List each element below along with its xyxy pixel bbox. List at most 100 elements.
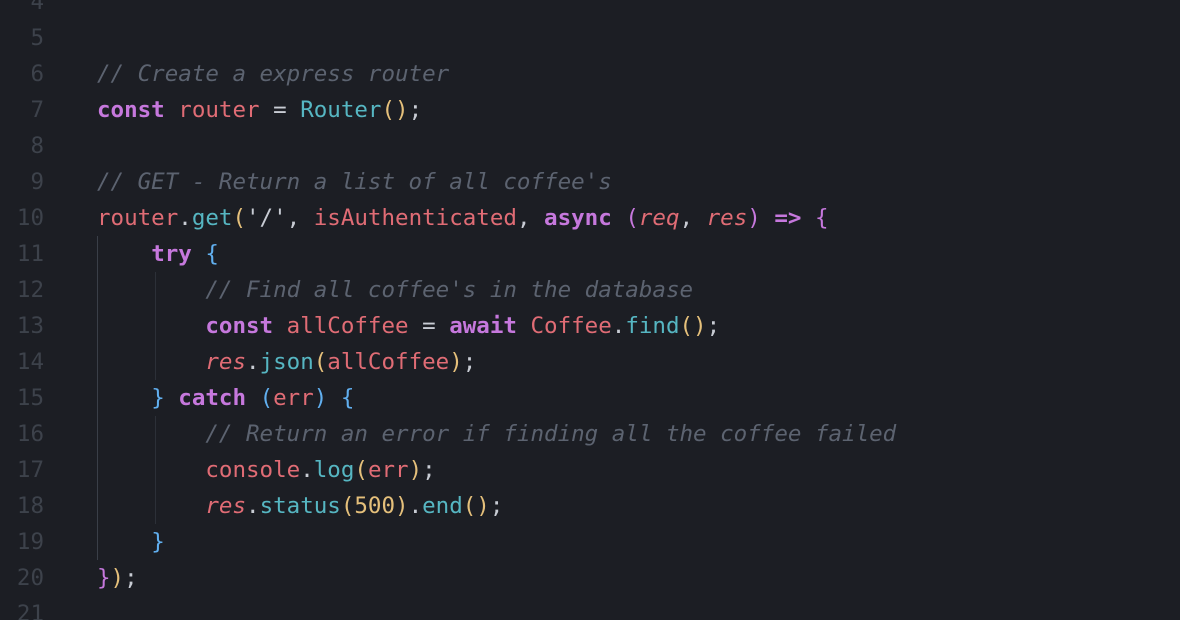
line-number: 7 [30,97,44,123]
code-token: async [544,205,612,231]
code-line: 8 [0,128,1180,164]
code-token: () [381,97,409,123]
line-code: }); [97,560,138,596]
code-token: router [178,97,260,123]
code-token: json [259,349,314,375]
code-token: { [814,205,829,231]
code-token: end [422,493,463,519]
line-code: router.get('/', isAuthenticated, async (… [97,200,829,236]
code-line: 15 } catch (err) { [0,380,1180,416]
line-number: 10 [16,205,44,231]
code-line: 9 // GET - Return a list of all coffee's [0,164,1180,200]
line-number: 13 [16,313,44,339]
code-line: 18 res.status(500).end(); [0,488,1180,524]
code-token: } [151,385,165,411]
code-token: allCoffee [327,349,450,375]
code-token: = [408,313,450,339]
line-code: res.json(allCoffee); [97,344,476,380]
line-code: const allCoffee = await Coffee.find(); [97,308,720,344]
code-line: 4 [0,0,1180,20]
line-number: 9 [30,169,44,195]
line-code: const router = Router(); [97,92,422,128]
code-token: '/' [246,205,287,231]
code-token: req [638,205,680,231]
code-token: = [259,97,301,123]
line-number: 8 [30,133,44,159]
code-token: find [625,313,680,339]
line-code: } [97,524,165,560]
code-token: Router [300,97,382,123]
line-number: 5 [30,25,44,51]
code-token: isAuthenticated [313,205,517,231]
line-code: // Create a express router [97,56,449,92]
line-number: 12 [16,277,44,303]
code-token: ( [313,349,328,375]
code-token: // Find all coffee's in the database [205,277,694,303]
line-number: 4 [30,0,44,15]
line-number: 17 [16,457,44,483]
code-token: res [205,349,247,375]
code-line: 21 [0,596,1180,620]
code-token: ) [313,385,328,411]
code-token: // Return an error if finding all the co… [205,421,897,447]
code-line: 16 // Return an error if finding all the… [0,416,1180,452]
code-token: ) [449,349,463,375]
code-token: catch [178,385,247,411]
code-token: ; [124,565,138,591]
code-token: log [313,457,355,483]
code-line: 10 router.get('/', isAuthenticated, async… [0,200,1180,236]
code-token: const [97,97,165,123]
code-token: get [191,205,233,231]
line-code: // GET - Return a list of all coffee's [97,164,612,200]
line-number: 18 [16,493,44,519]
line-number: 20 [16,565,44,591]
line-number: 15 [16,385,44,411]
code-token: => [774,205,802,231]
line-number: 21 [16,601,44,620]
code-token: // GET - Return a list of all coffee's [97,169,612,195]
code-token: { [205,241,219,267]
code-token: , [679,205,707,231]
code-token: status [259,493,341,519]
code-line: 14 res.json(allCoffee); [0,344,1180,380]
code-token: . [246,493,260,519]
code-line: 19 } [0,524,1180,560]
code-token: 500 [354,493,396,519]
code-editor[interactable]: 4 5 6 // Create a express router 7 const rout… [0,0,1180,620]
line-number: 11 [16,241,44,267]
code-token: ; [422,457,436,483]
code-token: ) [408,457,423,483]
line-code: } catch (err) { [97,380,354,416]
code-line: 5 [0,20,1180,56]
code-token: ) [395,493,409,519]
line-number: 14 [16,349,44,375]
code-token: . [300,457,314,483]
code-line: 11 try { [0,236,1180,272]
code-token: } [97,565,111,591]
line-number: 19 [16,529,44,555]
code-token: () [462,493,490,519]
code-token: err [273,385,314,411]
code-token: ; [489,493,504,519]
line-code: console.log(err); [97,452,436,488]
line-code: try { [97,236,219,272]
code-token: ) [747,205,761,231]
line-number: 16 [16,421,44,447]
code-token: router [97,205,179,231]
code-token: ( [259,385,274,411]
code-token: allCoffee [286,313,409,339]
code-token: ) [110,565,125,591]
